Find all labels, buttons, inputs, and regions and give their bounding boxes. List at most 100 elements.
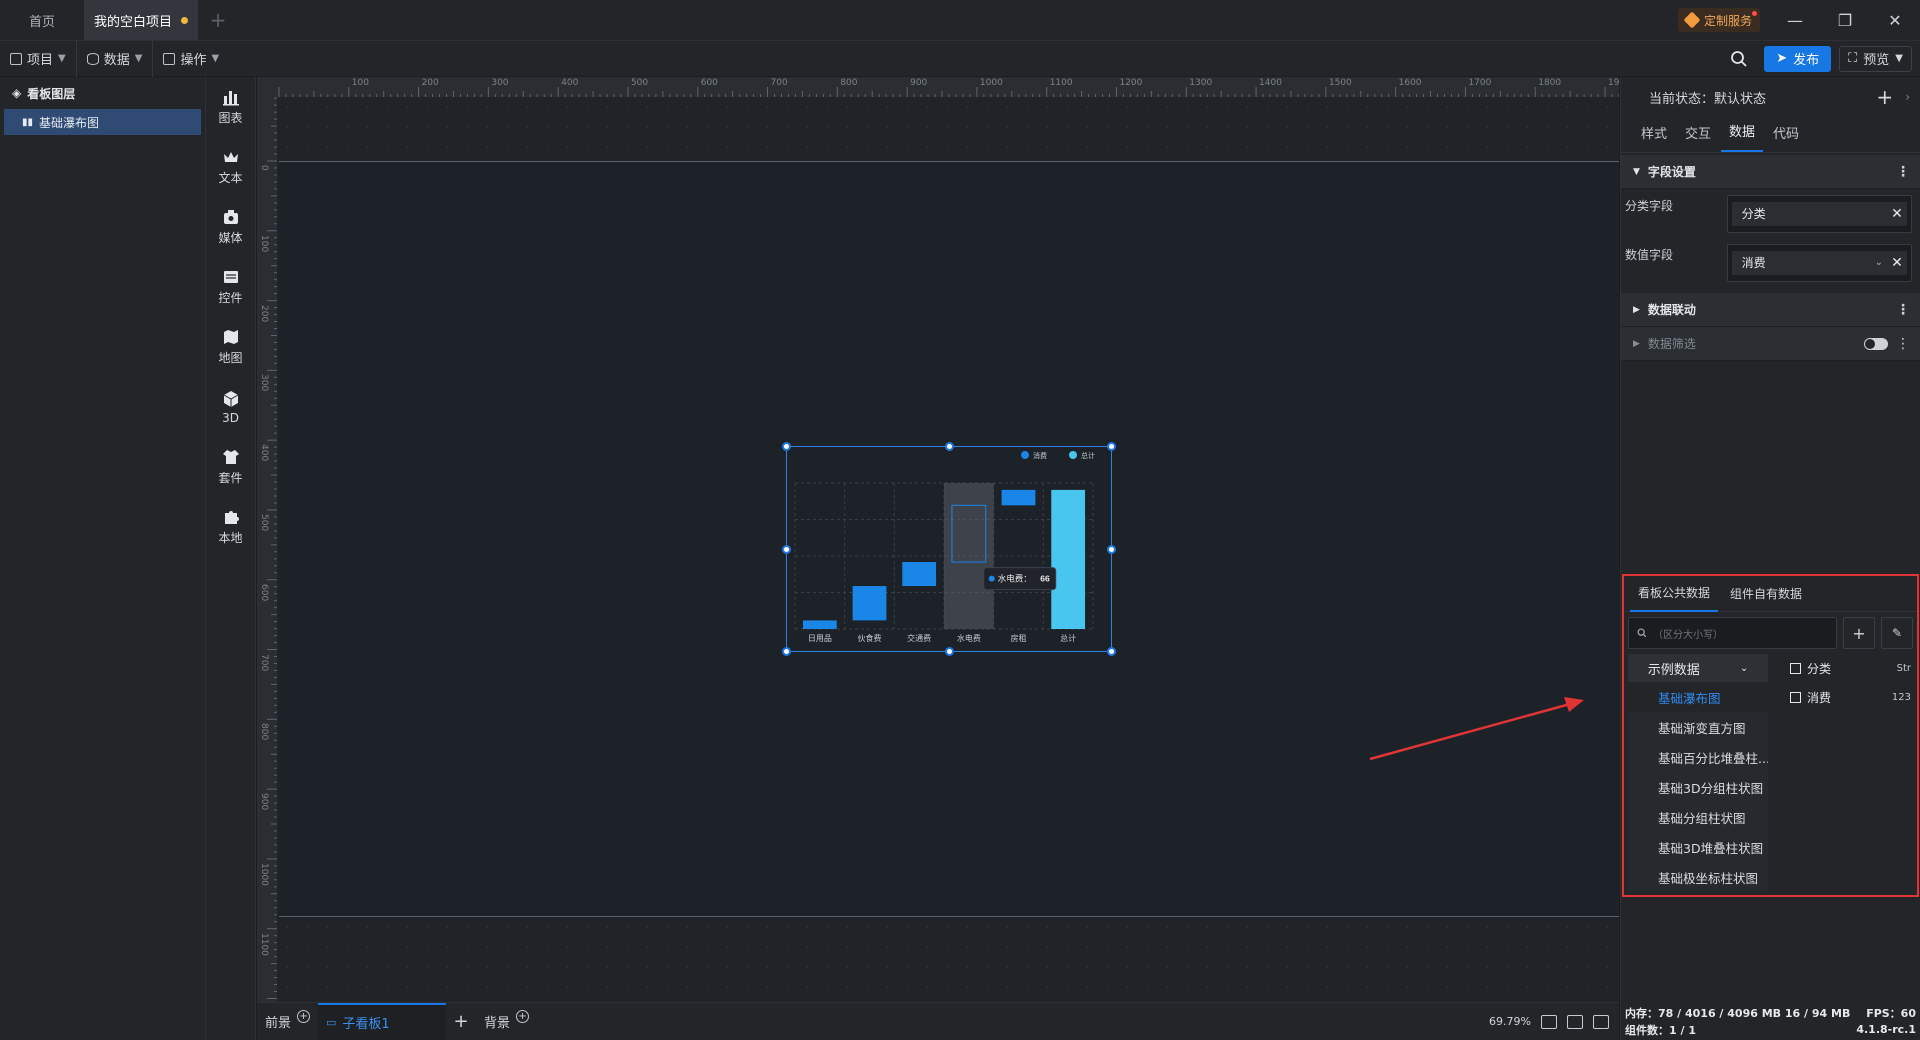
ruler-label: 900: [910, 78, 928, 88]
ruler-label: 400: [561, 78, 579, 88]
menu-operation[interactable]: 操作 ▼: [153, 41, 229, 77]
minimize-button[interactable]: —: [1770, 0, 1820, 40]
waterfall-chart-component[interactable]: 日用品 伙食费 交通费 水电费 房租 总计 消费 总计 水电费： 66: [782, 442, 1116, 656]
dataset-item[interactable]: 基础分组柱状图: [1628, 802, 1768, 832]
chevron-down-icon[interactable]: ⌄: [1874, 250, 1887, 275]
add-circle-icon[interactable]: +: [297, 1010, 311, 1023]
chevron-right-icon[interactable]: ›: [1905, 90, 1910, 104]
tab-board-public-data[interactable]: 看板公共数据: [1630, 576, 1719, 612]
ruler-label: 500: [259, 513, 269, 532]
tab-home[interactable]: 首页: [0, 0, 84, 40]
x-tick-label: 房租: [1011, 633, 1027, 643]
add-circle-icon[interactable]: +: [516, 1010, 530, 1023]
fit-screen-icon[interactable]: [1541, 1014, 1557, 1029]
more-vertical-icon[interactable]: ⋮: [1896, 164, 1910, 180]
menu-data[interactable]: 数据 ▼: [77, 40, 154, 77]
text-icon: [223, 152, 238, 162]
component-local[interactable]: 本地: [206, 497, 255, 557]
restore-button[interactable]: ❐: [1820, 0, 1870, 40]
component-text[interactable]: 文本: [206, 137, 255, 197]
unsaved-dot-icon: [181, 16, 188, 24]
field-settings-section[interactable]: ▼ 字段设置 ⋮: [1621, 155, 1920, 189]
dataset-search-input[interactable]: （区分大小写）: [1628, 617, 1837, 649]
clear-value-icon[interactable]: ✕: [1887, 250, 1907, 275]
tab-component-own-data[interactable]: 组件自有数据: [1722, 576, 1810, 612]
value-field-box[interactable]: 消费 ⌄ ✕: [1726, 243, 1912, 282]
add-board-button[interactable]: +: [446, 1011, 476, 1032]
component-3d[interactable]: 3D: [206, 377, 255, 437]
resize-handle-w[interactable]: [782, 545, 791, 554]
menu-project[interactable]: 项目 ▼: [0, 40, 77, 77]
component-label: 文本: [218, 171, 243, 185]
layer-item-waterfall[interactable]: ▮▮ 基础瀑布图: [4, 109, 201, 135]
preview-button[interactable]: ⛶ 预览 ▼: [1839, 45, 1912, 72]
resize-handle-n[interactable]: [945, 442, 954, 451]
resize-handle-sw[interactable]: [782, 647, 791, 656]
resize-handle-ne[interactable]: [1107, 442, 1116, 451]
tab-project[interactable]: 我的空白项目: [84, 0, 198, 40]
dataset-item[interactable]: 基础3D分组柱状图: [1628, 772, 1768, 802]
category-field-box[interactable]: 分类 ✕: [1726, 194, 1912, 233]
dataset-item[interactable]: 基础渐变直方图: [1628, 712, 1768, 742]
property-tabs: 样式 交互 数据 代码: [1621, 117, 1920, 153]
dataset-item[interactable]: 基础百分比堆叠柱...: [1628, 742, 1768, 772]
resize-handle-e[interactable]: [1107, 545, 1116, 554]
terminal-icon[interactable]: [1593, 1014, 1609, 1029]
keyboard-icon[interactable]: [1567, 1014, 1583, 1029]
board-tab[interactable]: ▭ 子看板1: [318, 1002, 447, 1040]
legend-label: 消费: [1033, 451, 1047, 460]
dataset-field-row[interactable]: 消费 123: [1768, 683, 1917, 712]
zoom-level[interactable]: 69.79%: [1489, 1015, 1531, 1028]
state-value[interactable]: 默认状态: [1714, 88, 1766, 107]
add-state-button[interactable]: +: [1876, 85, 1893, 109]
dataset-group-select[interactable]: 示例数据 ⌄: [1628, 654, 1768, 682]
background-tab[interactable]: 背景 +: [476, 1003, 537, 1040]
resize-handle-nw[interactable]: [782, 442, 791, 451]
more-vertical-icon[interactable]: ⋮: [1896, 336, 1910, 352]
foreground-tab[interactable]: 前景 +: [257, 1003, 318, 1040]
tab-interaction[interactable]: 交互: [1677, 123, 1719, 152]
value-field-row: 数值字段 消费 ⌄ ✕: [1621, 238, 1920, 287]
data-filter-title: 数据筛选: [1647, 337, 1696, 351]
dataset-panel: 看板公共数据 组件自有数据 （区分大小写） + ✎ 示例数据 ⌄ 基础瀑布图 基…: [1622, 574, 1919, 897]
tab-data[interactable]: 数据: [1721, 121, 1764, 152]
dataset-item[interactable]: 基础3D堆叠柱状图: [1628, 832, 1768, 862]
ruler-label: 1000: [979, 78, 1003, 88]
component-map[interactable]: 地图: [206, 317, 255, 377]
add-dataset-button[interactable]: +: [1843, 617, 1875, 649]
dataset-item[interactable]: 基础极坐标柱状图: [1628, 862, 1768, 892]
custom-service-button[interactable]: 定制服务: [1677, 8, 1760, 32]
ruler-label: 400: [259, 444, 269, 462]
tab-code[interactable]: 代码: [1765, 123, 1807, 152]
search-icon: [1731, 50, 1747, 67]
checkbox[interactable]: [1790, 663, 1801, 674]
add-tab-button[interactable]: +: [198, 0, 238, 40]
x-tick-label: 水电费: [957, 633, 981, 643]
clear-category-icon[interactable]: ✕: [1887, 201, 1907, 226]
search-button[interactable]: [1722, 41, 1756, 77]
filter-toggle[interactable]: [1864, 337, 1888, 350]
legend-marker: [1021, 451, 1029, 459]
layer-panel: ◈ 看板图层 ▮▮ 基础瀑布图: [0, 77, 206, 1040]
caret-right-icon: ▶: [1633, 338, 1640, 349]
checkbox[interactable]: [1790, 692, 1801, 703]
close-window-button[interactable]: ✕: [1870, 0, 1920, 40]
value-field-value[interactable]: 消费: [1731, 250, 1875, 275]
component-media[interactable]: 媒体: [206, 197, 255, 257]
resize-handle-s[interactable]: [945, 647, 954, 656]
status-row: 组件数：1 / 1 4.1.8-rc.1: [1625, 1021, 1916, 1038]
component-chart[interactable]: 图表: [206, 77, 255, 137]
publish-button[interactable]: ➤ 发布: [1764, 45, 1832, 72]
chevron-down-icon: ▼: [1895, 53, 1903, 64]
component-widget[interactable]: 控件: [206, 257, 255, 317]
data-linkage-section[interactable]: ▶ 数据联动 ⋮: [1621, 293, 1920, 327]
more-vertical-icon[interactable]: ⋮: [1896, 302, 1910, 318]
dataset-item[interactable]: 基础瀑布图: [1628, 682, 1768, 712]
component-suit[interactable]: 套件: [206, 437, 255, 497]
resize-handle-se[interactable]: [1107, 647, 1116, 656]
data-filter-section[interactable]: ▶ 数据筛选 ⋮: [1621, 327, 1920, 361]
category-field-value[interactable]: 分类: [1731, 201, 1887, 226]
tab-style[interactable]: 样式: [1633, 123, 1675, 152]
dataset-field-row[interactable]: 分类 Str: [1768, 654, 1917, 683]
edit-dataset-button[interactable]: ✎: [1881, 617, 1913, 649]
